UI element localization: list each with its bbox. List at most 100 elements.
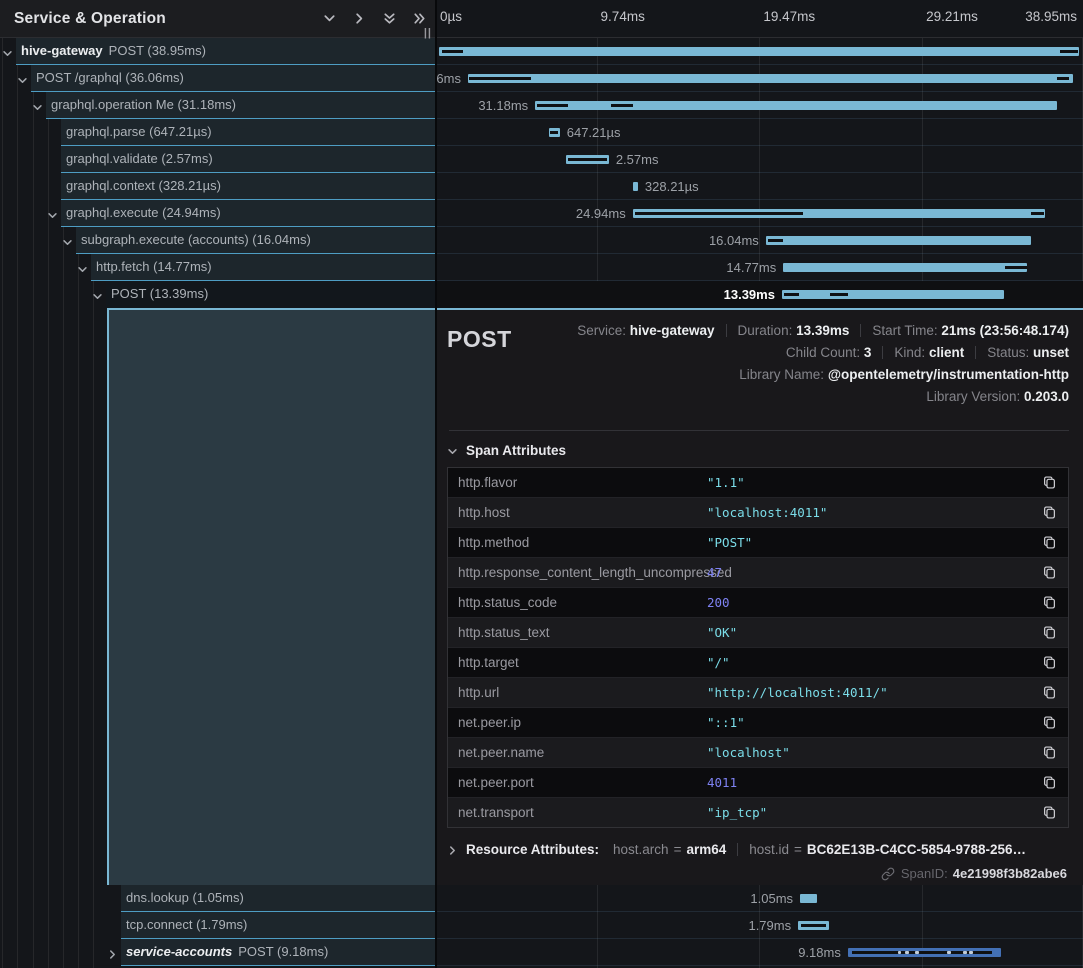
link-icon[interactable] — [881, 867, 895, 881]
span-name-cell[interactable]: dns.lookup (1.05ms) — [0, 885, 437, 912]
span-bar-mark — [1060, 50, 1078, 53]
span-id-value: 4e21998f3b82abe6 — [953, 866, 1067, 881]
collapse-one-icon[interactable] — [322, 11, 337, 26]
span-duration-label: 31.18ms — [478, 92, 528, 119]
timeline-row[interactable]: 16.04ms — [437, 227, 1083, 254]
chevron-down-icon[interactable] — [17, 73, 28, 84]
span-name-bg: dns.lookup (1.05ms) — [121, 885, 437, 912]
span-row[interactable]: dns.lookup (1.05ms)1.05ms — [0, 885, 1083, 912]
span-bar[interactable] — [800, 894, 817, 903]
panel-resize-grip[interactable]: || — [424, 27, 432, 39]
span-attributes-header[interactable]: Span Attributes — [447, 443, 1069, 458]
copy-button[interactable] — [1030, 505, 1068, 520]
overview-value: 3 — [864, 345, 872, 360]
overview-value: 0.203.0 — [1024, 389, 1069, 404]
span-bar[interactable] — [782, 290, 1004, 299]
span-bar[interactable] — [633, 182, 638, 191]
timeline-row[interactable]: 31.18ms — [437, 92, 1083, 119]
chevron-down-icon[interactable] — [2, 46, 13, 57]
overview-value: client — [929, 345, 964, 360]
span-name-cell[interactable]: hive-gatewayPOST (38.95ms) — [0, 38, 437, 65]
attribute-row: http.host"localhost:4011" — [448, 498, 1068, 528]
span-row[interactable]: graphql.operation Me (31.18ms) 31.18ms — [0, 92, 1083, 119]
span-bar[interactable] — [439, 47, 1079, 56]
chevron-down-icon[interactable] — [62, 235, 73, 246]
copy-button[interactable] — [1030, 655, 1068, 670]
span-row[interactable]: http.fetch (14.77ms) 14.77ms — [0, 254, 1083, 281]
span-name-cell[interactable]: service-accountsPOST (9.18ms) — [0, 939, 437, 966]
copy-button[interactable] — [1030, 475, 1068, 490]
operation-name: POST /graphql (36.06ms) — [36, 70, 184, 85]
attribute-value: "http://localhost:4011/" — [707, 685, 1030, 700]
resource-key: host.id — [749, 842, 789, 857]
timeline-row[interactable]: 9.18ms — [437, 939, 1083, 966]
span-row[interactable]: POST /graphql (36.06ms) 36.06ms — [0, 65, 1083, 92]
span-row[interactable]: graphql.validate (2.57ms) 2.57ms — [0, 146, 1083, 173]
span-name-label: graphql.execute (24.94ms) — [61, 205, 221, 220]
span-row[interactable]: hive-gatewayPOST (38.95ms)38.95ms — [0, 38, 1083, 65]
chevron-down-icon[interactable] — [92, 289, 103, 300]
chevron-down-icon[interactable] — [47, 208, 58, 219]
chevron-down-icon[interactable] — [77, 262, 88, 273]
span-duration-label: 24.94ms — [576, 200, 626, 227]
copy-button[interactable] — [1030, 805, 1068, 820]
span-row[interactable]: graphql.context (328.21µs)328.21µs — [0, 173, 1083, 200]
copy-button[interactable] — [1030, 775, 1068, 790]
chevron-down-icon[interactable] — [32, 100, 43, 111]
span-name-cell[interactable]: subgraph.execute (accounts) (16.04ms) — [0, 227, 437, 254]
span-name-cell[interactable]: POST (13.39ms) — [0, 281, 437, 308]
span-duration-label: 14.77ms — [726, 254, 776, 281]
span-bar[interactable] — [468, 74, 1073, 83]
copy-button[interactable] — [1030, 715, 1068, 730]
attribute-row: http.url"http://localhost:4011/" — [448, 678, 1068, 708]
span-name-cell[interactable]: graphql.operation Me (31.18ms) — [0, 92, 437, 119]
copy-button[interactable] — [1030, 685, 1068, 700]
timeline-row[interactable]: 36.06ms — [437, 65, 1083, 92]
span-name-cell[interactable]: http.fetch (14.77ms) — [0, 254, 437, 281]
span-name-bg: tcp.connect (1.79ms) — [121, 912, 437, 939]
span-name-cell[interactable]: tcp.connect (1.79ms) — [0, 912, 437, 939]
span-name-cell[interactable]: graphql.parse (647.21µs) — [0, 119, 437, 146]
attribute-key: net.peer.port — [448, 775, 707, 790]
span-bar[interactable] — [783, 263, 1027, 272]
span-row[interactable]: subgraph.execute (accounts) (16.04ms)16.… — [0, 227, 1083, 254]
span-row[interactable]: graphql.execute (24.94ms) 24.94ms — [0, 200, 1083, 227]
copy-button[interactable] — [1030, 565, 1068, 580]
overview-value: @opentelemetry/instrumentation-http — [828, 367, 1069, 382]
expand-all-icon[interactable] — [412, 11, 427, 26]
timeline-row[interactable]: 328.21µs — [437, 173, 1083, 200]
panel-divider[interactable] — [435, 0, 437, 968]
span-row[interactable]: graphql.parse (647.21µs)647.21µs — [0, 119, 1083, 146]
span-bar[interactable] — [766, 236, 1031, 245]
span-row[interactable]: tcp.connect (1.79ms)1.79ms — [0, 912, 1083, 939]
timeline-row[interactable]: 13.39ms — [437, 281, 1083, 308]
timeline-row[interactable]: 2.57ms — [437, 146, 1083, 173]
copy-button[interactable] — [1030, 595, 1068, 610]
header: Service & Operation || 0µs9.74ms19.47ms2… — [0, 0, 1083, 38]
span-detail-section: POST Service: hive-gatewayDuration: 13.3… — [0, 308, 1083, 885]
timeline-row[interactable]: 38.95ms — [437, 38, 1083, 65]
timeline-row[interactable]: 1.05ms — [437, 885, 1083, 912]
copy-button[interactable] — [1030, 625, 1068, 640]
timeline-row[interactable]: 1.79ms — [437, 912, 1083, 939]
span-row[interactable]: service-accountsPOST (9.18ms)9.18ms — [0, 939, 1083, 966]
attribute-value: 47 — [707, 565, 1030, 580]
timeline-row[interactable]: 24.94ms — [437, 200, 1083, 227]
timeline-ruler: 0µs9.74ms19.47ms29.21ms38.95ms — [437, 0, 1083, 37]
ruler-tick-label: 29.21ms — [926, 9, 978, 24]
span-name-label: graphql.validate (2.57ms) — [61, 151, 213, 166]
timeline-row[interactable]: 647.21µs — [437, 119, 1083, 146]
expand-one-icon[interactable] — [352, 11, 367, 26]
collapse-all-icon[interactable] — [382, 11, 397, 26]
span-name-cell[interactable]: graphql.validate (2.57ms) — [0, 146, 437, 173]
span-row[interactable]: POST (13.39ms)13.39ms — [0, 281, 1083, 308]
resource-key: host.arch — [613, 842, 669, 857]
copy-button[interactable] — [1030, 535, 1068, 550]
span-name-cell[interactable]: graphql.context (328.21µs) — [0, 173, 437, 200]
span-name-cell[interactable]: graphql.execute (24.94ms) — [0, 200, 437, 227]
timeline-row[interactable]: 14.77ms — [437, 254, 1083, 281]
chevron-right-icon[interactable] — [107, 947, 118, 958]
span-name-cell[interactable]: POST /graphql (36.06ms) — [0, 65, 437, 92]
resource-attributes-row[interactable]: Resource Attributes: host.arch=arm64host… — [447, 842, 1069, 857]
copy-button[interactable] — [1030, 745, 1068, 760]
